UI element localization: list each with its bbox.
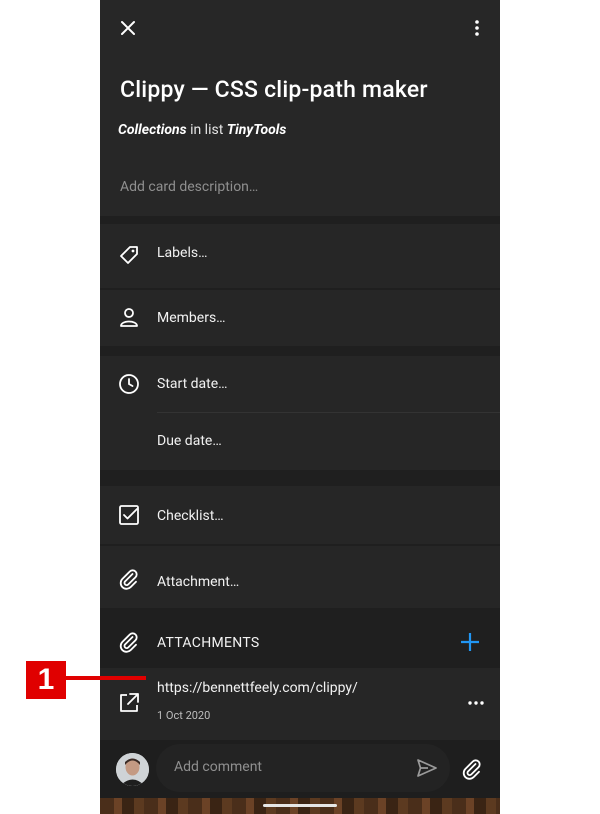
checklist-row[interactable]: Checklist… xyxy=(100,486,500,544)
more-horizontal-icon xyxy=(468,701,484,705)
add-attachment-button[interactable] xyxy=(456,628,484,656)
start-date-field[interactable]: Start date… xyxy=(157,376,228,392)
labels-row[interactable]: Labels… xyxy=(100,224,500,288)
attachments-header: ATTACHMENTS xyxy=(100,612,500,668)
attachment-date: 1 Oct 2020 xyxy=(157,709,211,722)
attachments-header-label: ATTACHMENTS xyxy=(157,635,260,651)
card-title[interactable]: Clippy — CSS clip-path maker xyxy=(120,76,428,103)
comment-bar: Add comment xyxy=(100,740,500,798)
labels-label: Labels… xyxy=(157,245,208,261)
clock-icon xyxy=(119,374,139,394)
close-icon xyxy=(121,21,135,35)
comment-input[interactable]: Add comment xyxy=(156,744,450,792)
due-date-field[interactable]: Due date… xyxy=(157,433,222,449)
dates-section: Start date… Due date… xyxy=(100,356,500,470)
plus-icon xyxy=(461,633,479,651)
send-icon xyxy=(417,759,437,777)
label-icon xyxy=(120,246,138,264)
avatar[interactable] xyxy=(116,753,149,786)
person-icon xyxy=(120,308,138,327)
list-name[interactable]: TinyTools xyxy=(227,122,287,138)
paperclip-icon xyxy=(119,632,138,653)
attachment-item[interactable]: https://bennettfeely.com/clippy/ 1 Oct 2… xyxy=(100,668,500,740)
comment-placeholder: Add comment xyxy=(174,759,262,775)
attachment-label: Attachment… xyxy=(157,574,240,590)
checklist-label: Checklist… xyxy=(157,508,224,524)
card-location: Collections in list TinyTools xyxy=(118,122,286,138)
send-button[interactable] xyxy=(414,756,440,780)
dates-divider xyxy=(157,412,500,413)
external-link-icon xyxy=(120,693,139,712)
card-detail-screen: Clippy — CSS clip-path maker Collections… xyxy=(100,0,500,814)
overflow-menu-button[interactable] xyxy=(464,14,490,42)
checklist-icon xyxy=(119,505,139,525)
in-list-text: in list xyxy=(186,122,227,138)
description-placeholder: Add card description… xyxy=(120,179,259,195)
attachment-more-button[interactable] xyxy=(462,692,490,714)
annotation-pointer-line xyxy=(66,676,146,680)
more-vertical-icon xyxy=(475,20,479,36)
paperclip-icon xyxy=(119,569,138,590)
members-row[interactable]: Members… xyxy=(100,290,500,346)
members-label: Members… xyxy=(157,310,226,326)
card-header: Clippy — CSS clip-path maker Collections… xyxy=(100,0,500,160)
home-indicator[interactable] xyxy=(263,804,337,807)
collection-name[interactable]: Collections xyxy=(118,122,187,138)
card-description-field[interactable]: Add card description… xyxy=(100,160,500,216)
attachment-row[interactable]: Attachment… xyxy=(100,546,500,608)
attach-file-button[interactable] xyxy=(458,756,486,782)
paperclip-icon xyxy=(462,759,481,780)
close-button[interactable] xyxy=(114,14,142,42)
annotation-marker: 1 xyxy=(26,661,66,699)
attachment-url[interactable]: https://bennettfeely.com/clippy/ xyxy=(157,680,358,696)
avatar-face-icon xyxy=(116,753,149,786)
